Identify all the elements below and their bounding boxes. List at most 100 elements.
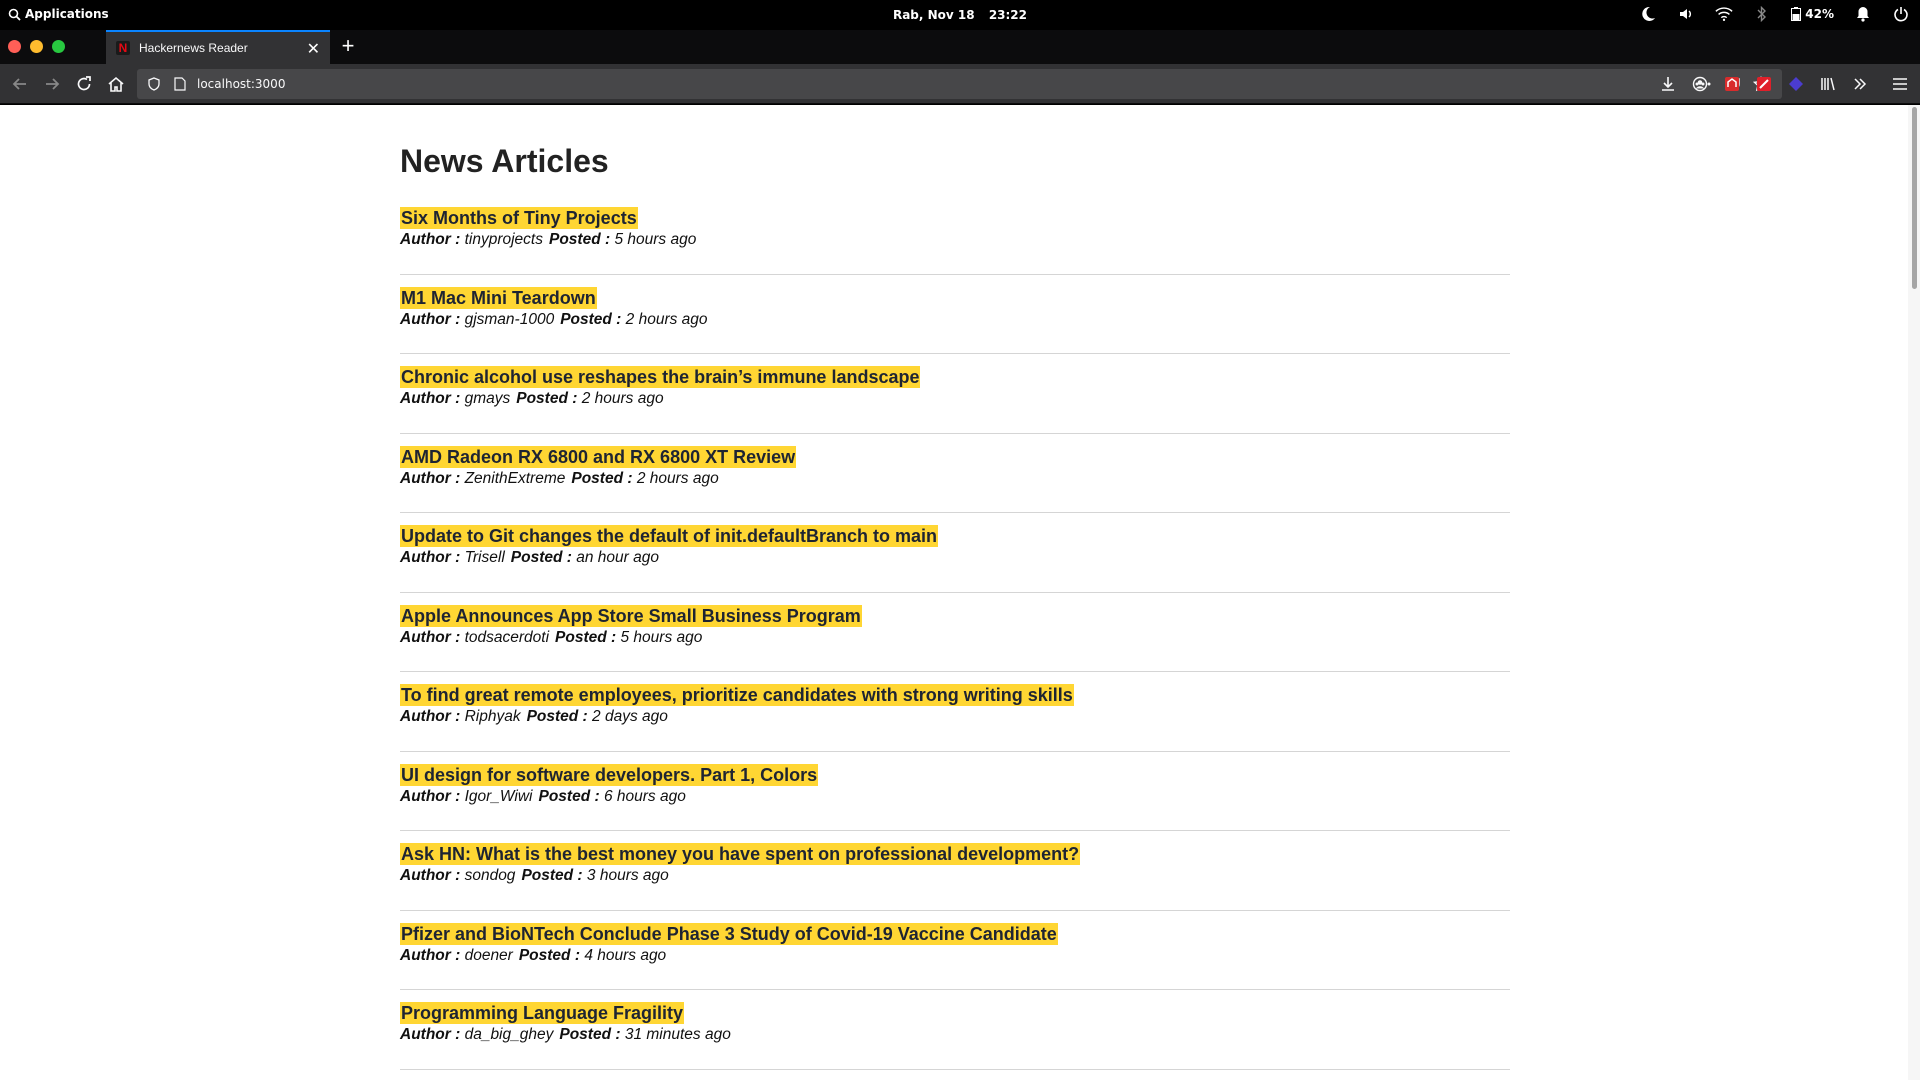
article-posted-time: 2 hours ago <box>581 390 664 407</box>
author-label: Author : <box>400 867 461 884</box>
tab-strip: N Hackernews Reader ✕ + <box>0 30 1920 64</box>
list-item: Pfizer and BioNTech Conclude Phase 3 Stu… <box>400 911 1510 990</box>
article-author: tinyprojects <box>464 231 543 248</box>
article-meta: Author : Trisell Posted : an hour ago <box>400 549 1510 567</box>
article-title-link[interactable]: Six Months of Tiny Projects <box>400 207 638 229</box>
author-label: Author : <box>400 310 461 328</box>
posted-label: Posted : <box>526 708 588 725</box>
article-author: sondog <box>464 867 516 884</box>
article-meta: Author : tinyprojects Posted : 5 hours ag… <box>400 231 1510 249</box>
close-tab-icon[interactable]: ✕ <box>307 39 320 59</box>
list-item: Ask HN: What is the best money you have … <box>400 831 1510 911</box>
forward-button[interactable] <box>40 72 64 96</box>
reload-button[interactable] <box>72 72 96 96</box>
article-meta: Author : gmays Posted : 2 hours ago <box>400 390 1510 408</box>
article-author: doener <box>464 946 513 964</box>
close-window-button[interactable] <box>8 40 21 53</box>
article-meta: Author : todsacerdoti Posted : 5 hours ag… <box>400 629 1510 647</box>
bluetooth-icon[interactable] <box>1753 5 1771 23</box>
hamburger-menu-icon[interactable] <box>1888 72 1912 96</box>
system-tray: 42% <box>1639 5 1910 23</box>
tracking-shield-icon[interactable] <box>145 75 163 93</box>
article-posted-time: 5 hours ago <box>620 628 703 646</box>
library-icon[interactable] <box>1816 72 1840 96</box>
article-title-link[interactable]: Programming Language Fragility <box>400 1002 685 1024</box>
night-mode-icon[interactable] <box>1639 5 1657 23</box>
article-meta: Author : gjsman-1000 Posted : 2 hours ago <box>400 311 1510 329</box>
article-posted-time: 4 hours ago <box>584 946 667 964</box>
url-text[interactable]: localhost:3000 <box>197 77 285 91</box>
posted-label: Posted : <box>555 628 617 646</box>
new-tab-button[interactable]: + <box>336 33 360 58</box>
netflix-favicon-icon: N <box>116 41 130 55</box>
article-title-link[interactable]: Pfizer and BioNTech Conclude Phase 3 Stu… <box>400 922 1058 945</box>
clock[interactable]: Rab, Nov 18 23:22 <box>0 8 1920 22</box>
article-posted-time: an hour ago <box>576 549 659 566</box>
extension-purple-icon[interactable] <box>1784 72 1808 96</box>
page-info-icon[interactable] <box>171 75 189 93</box>
posted-label: Posted : <box>559 1026 621 1043</box>
page-viewport: News Articles Six Months of Tiny Project… <box>0 105 1920 1080</box>
posted-label: Posted : <box>538 787 600 805</box>
back-button[interactable] <box>8 72 32 96</box>
time-label: 23:22 <box>988 8 1028 22</box>
article-meta: Author : sondog Posted : 3 hours ago <box>400 867 1510 885</box>
extension-pen-icon[interactable] <box>1752 72 1776 96</box>
address-bar[interactable]: localhost:3000 <box>137 69 1782 99</box>
article-author: Trisell <box>464 549 505 566</box>
notification-bell-icon[interactable] <box>1854 5 1872 23</box>
maximize-window-button[interactable] <box>52 40 65 53</box>
article-title-link[interactable]: To find great remote employees, prioriti… <box>400 684 1074 706</box>
power-icon[interactable] <box>1892 5 1910 23</box>
author-label: Author : <box>400 787 461 805</box>
article-posted-time: 3 hours ago <box>586 867 669 884</box>
list-item: AMD Radeon RX 6800 and RX 6800 XT Review… <box>400 434 1510 513</box>
downloads-icon[interactable] <box>1656 72 1680 96</box>
author-label: Author : <box>400 231 461 248</box>
tab-title: Hackernews Reader <box>139 41 248 55</box>
article-meta: Author : da_big_ghey Posted : 31 minutes … <box>400 1026 1510 1044</box>
posted-label: Posted : <box>571 469 633 487</box>
article-meta: Author : doener Posted : 4 hours ago <box>400 947 1510 965</box>
posted-label: Posted : <box>560 310 622 328</box>
list-item: Update to Git changes the default of ini… <box>400 513 1510 593</box>
author-label: Author : <box>400 708 461 725</box>
wifi-icon[interactable] <box>1715 5 1733 23</box>
battery-percent: 42% <box>1805 7 1834 21</box>
article-posted-time: 6 hours ago <box>603 787 686 805</box>
article-title-link[interactable]: M1 Mac Mini Teardown <box>400 286 597 309</box>
list-item: UI design for software developers. Part … <box>400 752 1510 831</box>
article-title-link[interactable]: Chronic alcohol use reshapes the brain’s… <box>400 366 921 388</box>
article-title-link[interactable]: Apple Announces App Store Small Business… <box>400 604 862 627</box>
article-author: da_big_ghey <box>464 1026 554 1043</box>
date-label: Rab, Nov 18 <box>892 8 975 22</box>
battery-indicator[interactable]: 42% <box>1791 7 1834 21</box>
tab-hackernews-reader[interactable]: N Hackernews Reader ✕ <box>106 30 330 64</box>
page-scrollbar[interactable] <box>1908 105 1920 1080</box>
scrollbar-thumb[interactable] <box>1912 107 1917 289</box>
author-label: Author : <box>400 1026 461 1043</box>
window-controls <box>8 40 65 53</box>
minimize-window-button[interactable] <box>30 40 43 53</box>
overflow-chevron-icon[interactable] <box>1848 72 1872 96</box>
extension-red-icon[interactable] <box>1720 72 1744 96</box>
author-label: Author : <box>400 946 461 964</box>
list-item: M1 Mac Mini Teardown Author : gjsman-100… <box>400 275 1510 354</box>
volume-icon[interactable] <box>1677 5 1695 23</box>
home-button[interactable] <box>104 72 128 96</box>
account-icon[interactable] <box>1688 72 1712 96</box>
article-title-link[interactable]: UI design for software developers. Part … <box>400 763 819 786</box>
article-title-link[interactable]: AMD Radeon RX 6800 and RX 6800 XT Review <box>400 445 797 468</box>
main-content: News Articles Six Months of Tiny Project… <box>400 105 1510 1070</box>
article-author: todsacerdoti <box>464 628 550 646</box>
page-title: News Articles <box>400 143 609 179</box>
posted-label: Posted : <box>510 549 572 566</box>
author-label: Author : <box>400 628 461 646</box>
article-title-link[interactable]: Ask HN: What is the best money you have … <box>400 843 1081 865</box>
article-author: gjsman-1000 <box>464 310 555 328</box>
list-item: Six Months of Tiny Projects Author : tin… <box>400 195 1510 275</box>
article-meta: Author : ZenithExtreme Posted : 2 hours a… <box>400 470 1510 488</box>
list-item: Chronic alcohol use reshapes the brain’s… <box>400 354 1510 434</box>
article-title-link[interactable]: Update to Git changes the default of ini… <box>400 525 939 547</box>
system-top-bar: Applications Rab, Nov 18 23:22 42% <box>0 0 1920 30</box>
